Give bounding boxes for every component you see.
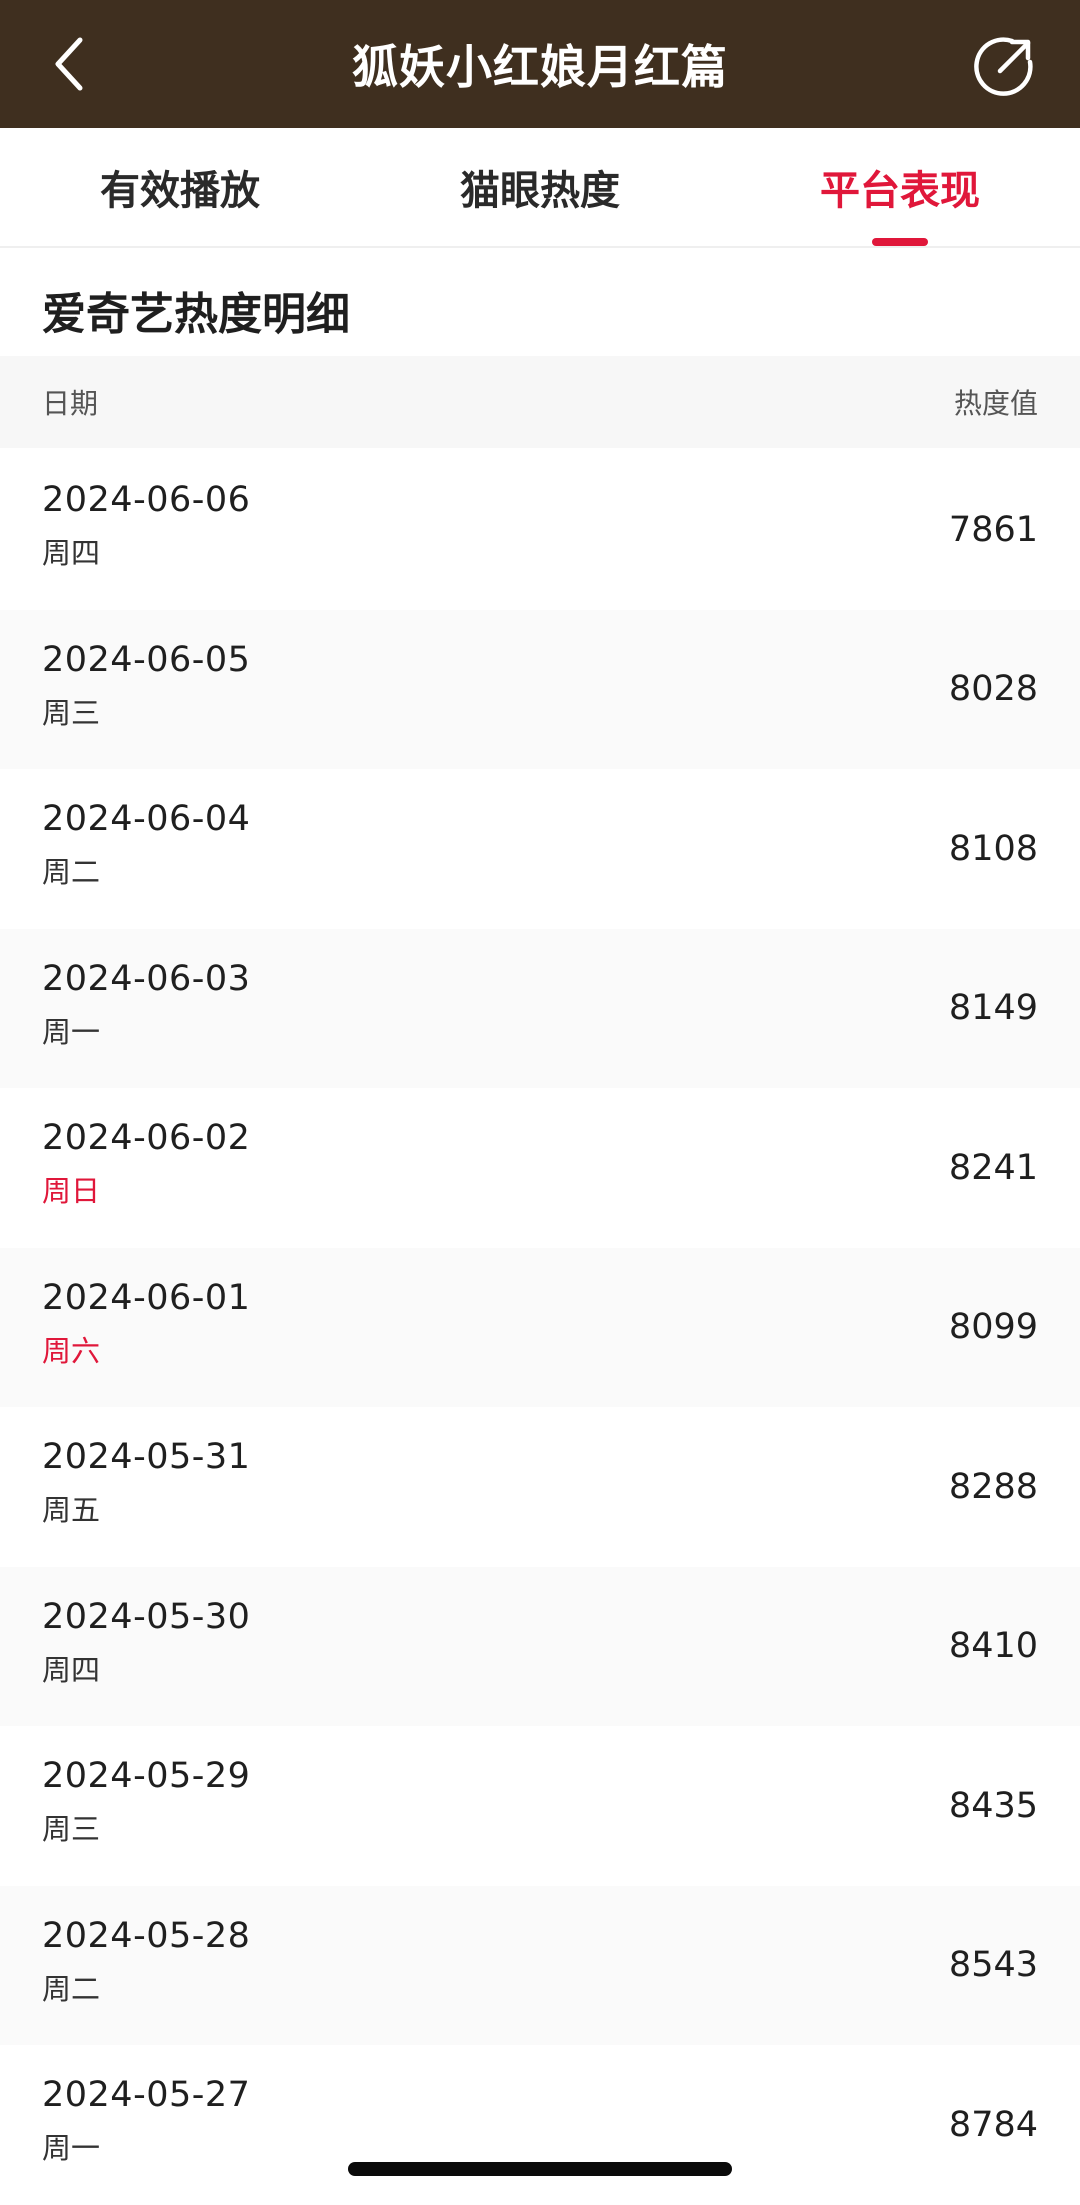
- table-header: 日期 热度值: [0, 356, 1080, 448]
- row-weekday: 周日: [42, 1174, 101, 1208]
- row-weekday: 周二: [42, 1971, 101, 2006]
- table-row: 2024-06-06 周四 7861: [0, 450, 1080, 610]
- table-row: 2024-05-30 周四 8410: [0, 1566, 1080, 1726]
- row-heat-value: 8149: [948, 988, 1038, 1029]
- heat-table: 2024-06-06 周四 7861 2024-06-05 周三 8028 20…: [0, 450, 1080, 2205]
- home-indicator[interactable]: [348, 2162, 732, 2176]
- row-date: 2024-06-03: [42, 958, 251, 999]
- share-icon[interactable]: [968, 30, 1040, 102]
- navbar: 狐妖小红娘月红篇: [0, 0, 1080, 128]
- table-row: 2024-06-02 周日 8241: [0, 1088, 1080, 1248]
- row-date: 2024-06-01: [42, 1277, 251, 1318]
- row-date: 2024-05-30: [42, 1596, 251, 1637]
- tab-platform-performance[interactable]: 平台表现: [720, 128, 1080, 246]
- row-heat-value: 8288: [948, 1466, 1038, 1507]
- back-arrow-icon[interactable]: [36, 30, 104, 98]
- row-date: 2024-06-04: [42, 799, 251, 839]
- row-weekday: 周一: [42, 2131, 101, 2165]
- table-row: 2024-06-05 周三 8028: [0, 609, 1080, 769]
- row-date: 2024-06-05: [42, 639, 251, 680]
- table-row: 2024-06-03 周一 8149: [0, 928, 1080, 1088]
- row-heat-value: 7861: [948, 509, 1038, 550]
- row-date: 2024-05-31: [42, 1437, 251, 1477]
- section-title: 爱奇艺热度明细: [42, 289, 350, 340]
- tab-bar: 有效播放 猫眼热度 平台表现: [0, 128, 1080, 248]
- table-row: 2024-05-27 周一 8784: [0, 2045, 1080, 2205]
- tab-effective-plays[interactable]: 有效播放: [0, 128, 360, 246]
- table-row: 2024-06-04 周二 8108: [0, 769, 1080, 929]
- row-weekday: 周一: [42, 1014, 101, 1049]
- column-header-heat-value: 热度值: [953, 387, 1038, 420]
- row-heat-value: 8108: [948, 828, 1038, 869]
- row-date: 2024-05-27: [42, 2075, 251, 2115]
- row-date: 2024-06-06: [42, 480, 251, 520]
- table-row: 2024-05-28 周二 8543: [0, 1885, 1080, 2045]
- row-heat-value: 8099: [948, 1307, 1038, 1348]
- row-heat-value: 8784: [948, 2104, 1038, 2145]
- row-heat-value: 8028: [948, 669, 1038, 710]
- active-tab-indicator: [872, 238, 928, 246]
- row-date: 2024-05-29: [42, 1756, 251, 1796]
- row-heat-value: 8435: [948, 1785, 1038, 1826]
- row-weekday: 周五: [42, 1493, 101, 1527]
- row-heat-value: 8543: [948, 1945, 1038, 1986]
- page-title: 狐妖小红娘月红篇: [352, 40, 728, 94]
- row-date: 2024-05-28: [42, 1915, 251, 1956]
- column-header-date: 日期: [42, 387, 99, 420]
- table-row: 2024-05-29 周三 8435: [0, 1726, 1080, 1886]
- row-heat-value: 8241: [948, 1147, 1038, 1188]
- row-weekday: 周六: [42, 1333, 101, 1368]
- tab-maoyan-heat[interactable]: 猫眼热度: [360, 128, 720, 246]
- row-weekday: 周三: [42, 1812, 101, 1846]
- row-weekday: 周三: [42, 695, 101, 730]
- row-weekday: 周四: [42, 1652, 101, 1687]
- table-row: 2024-05-31 周五 8288: [0, 1407, 1080, 1567]
- table-row: 2024-06-01 周六 8099: [0, 1247, 1080, 1407]
- row-date: 2024-06-02: [42, 1118, 251, 1158]
- row-heat-value: 8410: [948, 1626, 1038, 1667]
- row-weekday: 周二: [42, 855, 101, 889]
- row-weekday: 周四: [42, 536, 101, 570]
